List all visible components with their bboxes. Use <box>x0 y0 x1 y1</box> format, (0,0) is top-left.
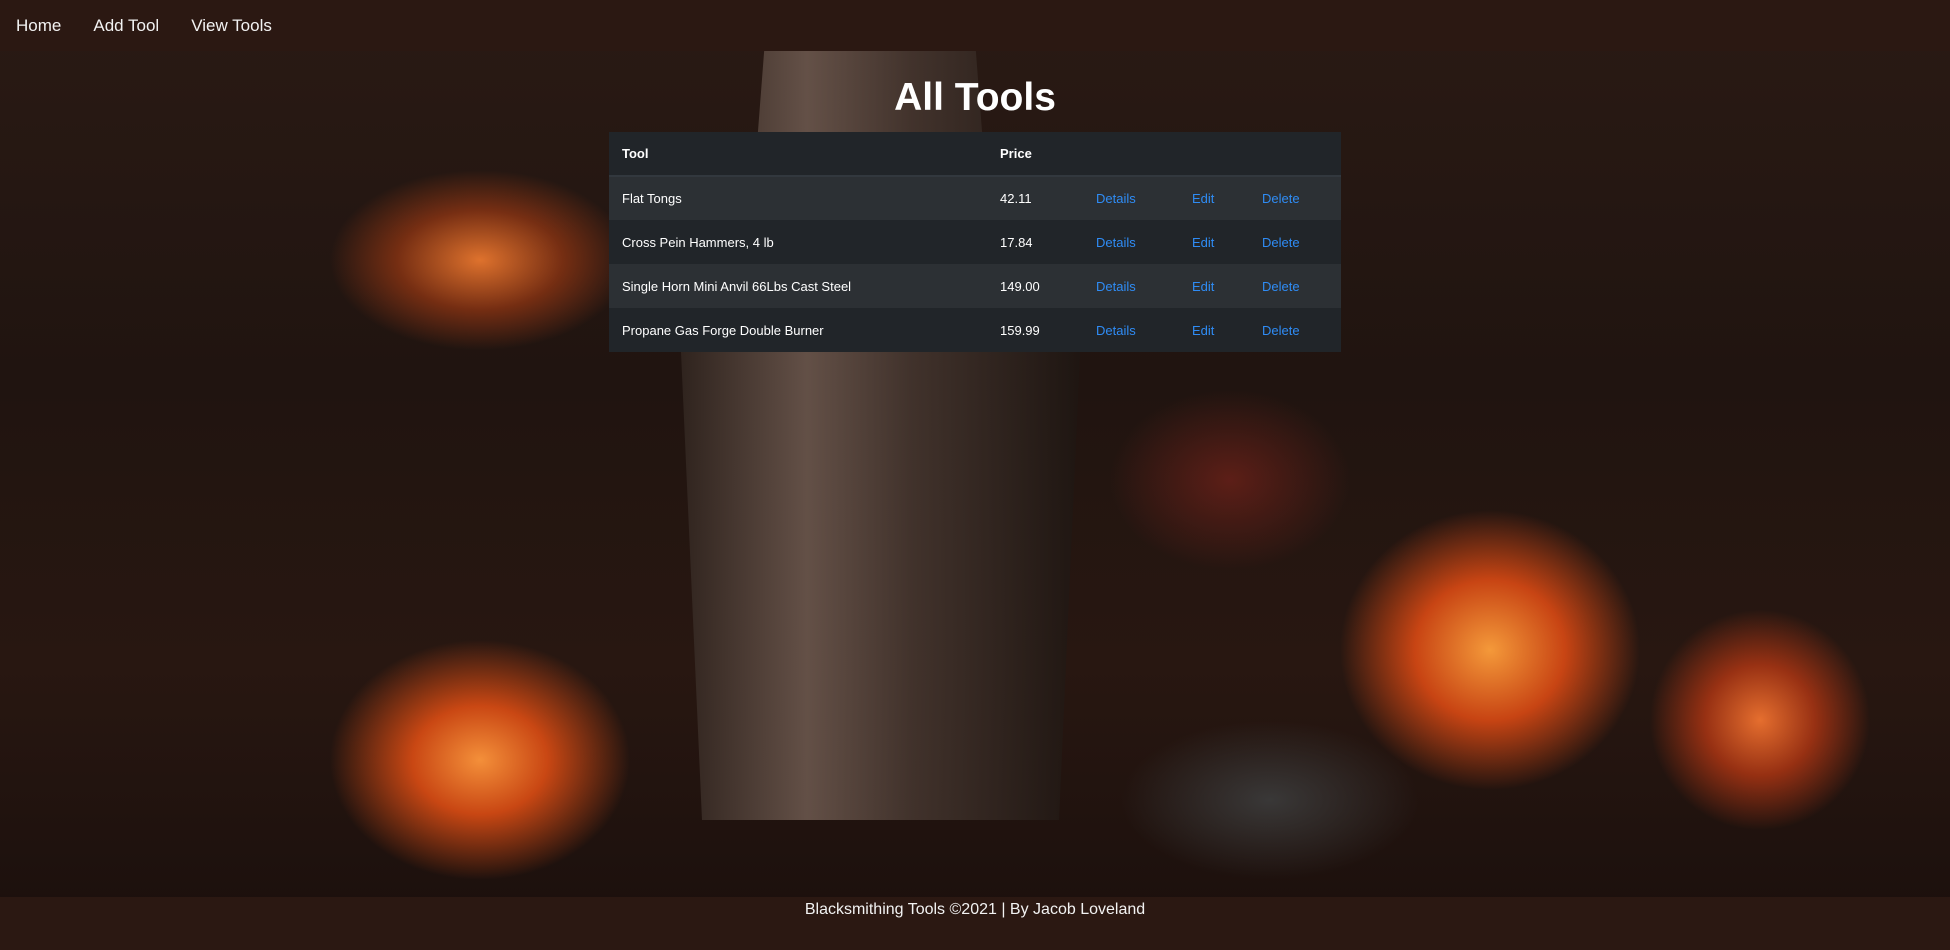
delete-link[interactable]: Delete <box>1262 235 1300 250</box>
details-link[interactable]: Details <box>1096 279 1136 294</box>
table-row: Cross Pein Hammers, 4 lb 17.84 Details E… <box>609 220 1341 264</box>
edit-link[interactable]: Edit <box>1192 279 1214 294</box>
header-price: Price <box>987 132 1083 177</box>
tools-table: Tool Price Flat Tongs 42.11 Details Edit… <box>609 132 1341 352</box>
coal-image <box>1120 720 1420 880</box>
page-footer: Blacksmithing Tools ©2021 | By Jacob Lov… <box>0 897 1950 950</box>
page-title: All Tools <box>894 76 1056 119</box>
table-row: Flat Tongs 42.11 Details Edit Delete <box>609 176 1341 220</box>
details-link[interactable]: Details <box>1096 235 1136 250</box>
table-row: Propane Gas Forge Double Burner 159.99 D… <box>609 308 1341 352</box>
nav-add-tool-link[interactable]: Add Tool <box>93 16 175 36</box>
details-link[interactable]: Details <box>1096 191 1136 206</box>
details-link[interactable]: Details <box>1096 323 1136 338</box>
delete-link[interactable]: Delete <box>1262 191 1300 206</box>
tool-price: 149.00 <box>1000 278 1040 294</box>
table-row: Single Horn Mini Anvil 66Lbs Cast Steel … <box>609 264 1341 308</box>
top-navbar: Home Add Tool View Tools <box>0 0 1950 51</box>
header-edit-empty <box>1179 132 1249 177</box>
footer-text: Blacksmithing Tools ©2021 | By Jacob Lov… <box>804 901 1146 918</box>
edit-link[interactable]: Edit <box>1192 191 1214 206</box>
tool-price: 42.11 <box>1000 191 1032 206</box>
nav-view-tools-link[interactable]: View Tools <box>191 16 288 36</box>
tool-name: Flat Tongs <box>622 191 682 206</box>
tool-name: Cross Pein Hammers, 4 lb <box>622 234 774 250</box>
delete-link[interactable]: Delete <box>1262 323 1300 338</box>
tool-price: 17.84 <box>1000 234 1033 250</box>
header-tool: Tool <box>609 132 987 177</box>
tool-name: Propane Gas Forge Double Burner <box>622 322 824 338</box>
nav-home-link[interactable]: Home <box>16 16 77 36</box>
tool-name: Single Horn Mini Anvil 66Lbs Cast Steel <box>622 278 852 294</box>
tool-price: 159.99 <box>1000 322 1040 338</box>
edit-link[interactable]: Edit <box>1192 323 1214 338</box>
delete-link[interactable]: Delete <box>1262 279 1300 294</box>
edit-link[interactable]: Edit <box>1192 235 1214 250</box>
table-header-row: Tool Price <box>609 132 1341 177</box>
header-details-empty <box>1083 132 1179 177</box>
header-delete-empty <box>1249 132 1341 177</box>
